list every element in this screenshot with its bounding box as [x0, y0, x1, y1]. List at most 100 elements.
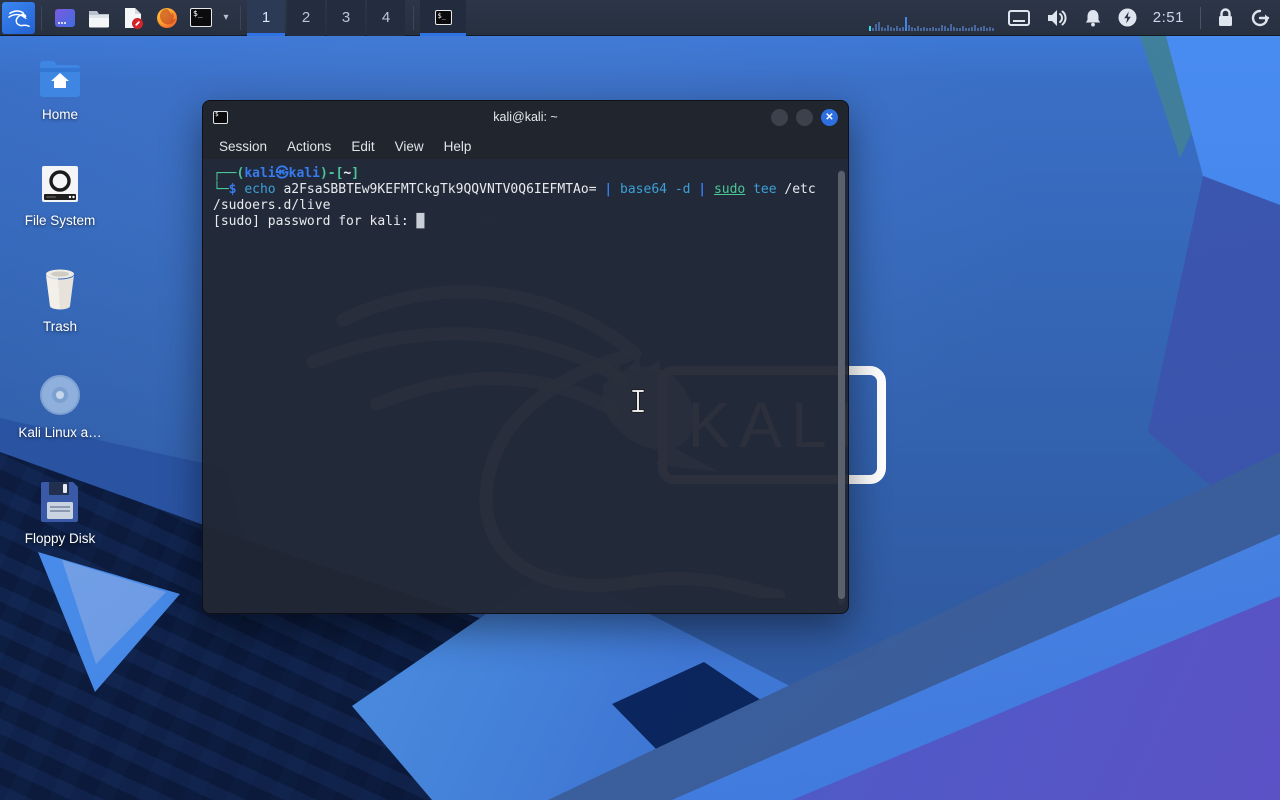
terminal-line: └─$ echo a2FsaSBBTEw9KEFMTCkgTk9QQVNTV0Q…	[213, 182, 834, 198]
terminal-icon: $_	[434, 10, 452, 25]
monitor-bar	[934, 27, 937, 31]
desktop-icon-kali-installer[interactable]: Kali Linux a…	[12, 374, 108, 440]
desktop-icon-trash[interactable]: Trash	[12, 268, 108, 334]
monitor-bar	[874, 23, 877, 31]
launcher-app-window[interactable]	[48, 0, 82, 36]
launcher-terminal[interactable]: $_	[184, 0, 218, 36]
app-window-purple-icon	[55, 8, 75, 27]
menu-view[interactable]: View	[385, 139, 434, 154]
terminal-text-segment: a2FsaSBBTEw9KEFMTCkgTk9QQVNTV0Q6IEFMTAo=	[275, 182, 605, 197]
kali-dragon-icon	[7, 9, 30, 27]
document-edit-icon	[125, 7, 143, 29]
volume-icon[interactable]	[1046, 9, 1068, 27]
notifications-bell-icon[interactable]	[1084, 9, 1102, 27]
clock[interactable]: 2:51	[1153, 9, 1184, 26]
workspace-4[interactable]: 4	[367, 0, 405, 36]
workspace-3[interactable]: 3	[327, 0, 365, 36]
monitor-bar	[892, 27, 895, 31]
minimize-button[interactable]	[771, 108, 788, 126]
taskbar-window-button-terminal[interactable]: $_	[420, 0, 466, 36]
workspace-label: 3	[341, 9, 351, 26]
menu-help[interactable]: Help	[434, 139, 482, 154]
monitor-bar	[880, 26, 883, 31]
launcher-text-editor[interactable]	[116, 0, 150, 36]
monitor-bar	[949, 23, 952, 31]
terminal-text-segment: /etc	[776, 182, 816, 197]
terminal-text-segment: └─	[213, 182, 229, 197]
terminal-text-segment: kali㉿kali	[244, 166, 320, 181]
keyboard-icon[interactable]	[1007, 9, 1030, 26]
logout-icon[interactable]	[1250, 8, 1270, 28]
monitor-bar	[871, 27, 874, 31]
monitor-bar	[907, 24, 910, 31]
monitor-bar	[982, 25, 985, 31]
cd-disc-icon	[40, 375, 80, 415]
terminal-text-segment: █	[416, 214, 425, 229]
terminal-line: /sudoers.d/live	[213, 198, 834, 214]
terminal-output: ┌──(kali㉿kali)-[~] └─$ echo a2FsaSBBTEw9K…	[213, 166, 834, 230]
terminal-text-segment: -d	[674, 182, 691, 197]
desktop-icon-floppy-disk[interactable]: Floppy Disk	[12, 480, 108, 546]
close-button[interactable]: ✕	[821, 108, 838, 126]
terminal-icon: $_	[190, 8, 212, 27]
launcher-firefox[interactable]	[150, 0, 184, 36]
window-menubar: Session Actions Edit View Help	[203, 133, 848, 159]
monitor-bar	[868, 25, 871, 31]
monitor-bar	[964, 27, 967, 31]
workspace-2[interactable]: 2	[287, 0, 325, 36]
window-titlebar[interactable]: $ kali@kali: ~ ✕	[203, 101, 848, 133]
panel-separator	[240, 5, 241, 30]
monitor-bar	[922, 26, 925, 31]
monitor-bar	[898, 27, 901, 31]
terminal-text-segment: /sudoers.d/live	[213, 198, 331, 213]
desktop-icon-home[interactable]: Home	[12, 56, 108, 122]
drive-icon	[42, 166, 78, 202]
firefox-icon	[157, 7, 177, 28]
lock-screen-icon[interactable]	[1217, 8, 1234, 27]
terminal-text-segment: echo	[244, 182, 276, 197]
monitor-bar	[991, 27, 994, 31]
maximize-button[interactable]	[796, 108, 813, 126]
folder-icon	[89, 10, 109, 27]
terminal-text-segment: sudo	[713, 182, 746, 197]
workspace-1[interactable]: 1	[247, 0, 285, 36]
monitor-bar	[961, 25, 964, 31]
monitor-bar	[895, 25, 898, 31]
applications-menu-button[interactable]	[2, 1, 35, 34]
power-manager-icon[interactable]	[1118, 8, 1137, 27]
scrollbar-handle[interactable]	[838, 171, 845, 599]
launcher-file-manager[interactable]	[82, 0, 116, 36]
monitor-bar	[958, 27, 961, 31]
menu-session[interactable]: Session	[209, 139, 277, 154]
monitor-bar	[904, 16, 907, 31]
text-cursor-pointer	[631, 389, 645, 413]
monitor-bar	[919, 27, 922, 31]
terminal-window[interactable]: $ kali@kali: ~ ✕ Session Actions Edit Vi…	[202, 100, 849, 614]
top-panel: $_ ▾ 1 2 3 4 $_ 2:51	[0, 0, 1280, 36]
system-tray: 2:51	[1007, 6, 1270, 29]
monitor-bar	[976, 27, 979, 31]
monitor-bar	[967, 27, 970, 31]
desktop-icon-label: Trash	[42, 319, 77, 334]
terminal-text-segment: |	[604, 182, 613, 197]
desktop: KALI	[0, 0, 1280, 800]
desktop-icon-file-system[interactable]: File System	[12, 162, 108, 228]
monitor-bar	[937, 27, 940, 31]
terminal-text-segment: base64	[620, 182, 667, 197]
monitor-bar	[973, 24, 976, 31]
terminal-scrollbar[interactable]	[838, 169, 845, 605]
system-monitor-graph[interactable]	[868, 3, 994, 33]
terminal-text-segment: ┌──(	[213, 166, 245, 181]
monitor-bar	[901, 26, 904, 31]
menu-actions[interactable]: Actions	[277, 139, 341, 154]
window-title: kali@kali: ~	[493, 110, 558, 124]
monitor-bar	[889, 26, 892, 31]
chevron-down-icon[interactable]: ▾	[218, 12, 234, 23]
terminal-content-area[interactable]: ┌──(kali㉿kali)-[~] └─$ echo a2FsaSBBTEw9K…	[203, 159, 848, 613]
menu-edit[interactable]: Edit	[341, 139, 384, 154]
monitor-bar	[931, 26, 934, 31]
